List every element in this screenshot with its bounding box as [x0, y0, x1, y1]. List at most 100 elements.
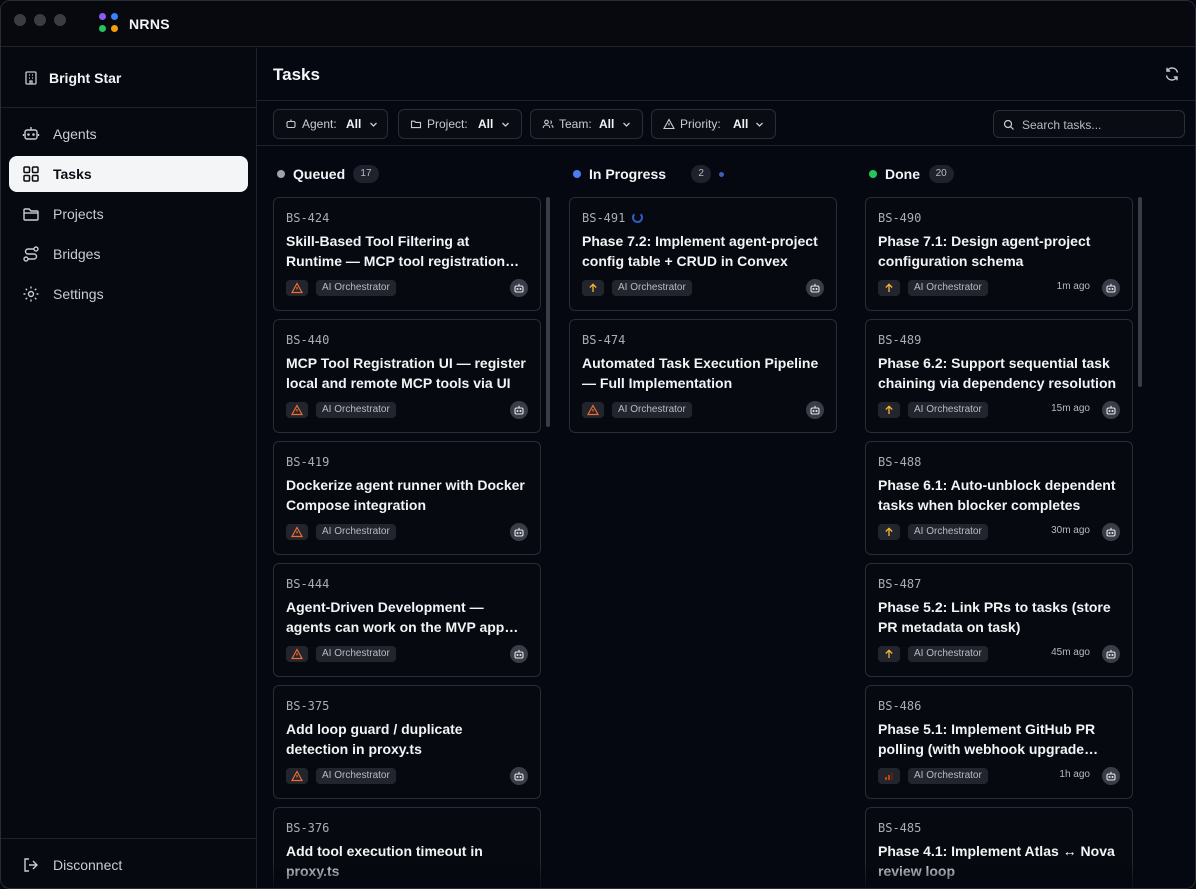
agent-filter[interactable]: Agent: All: [273, 109, 388, 139]
gear-icon: [23, 286, 39, 302]
agent-avatar-icon: [510, 401, 528, 419]
project-filter[interactable]: Project: All: [398, 109, 522, 139]
agent-avatar-icon: [1102, 767, 1120, 785]
task-card[interactable]: BS-491 Phase 7.2: Implement agent-project…: [569, 197, 837, 311]
project-tag: AI Orchestrator: [908, 280, 988, 296]
agent-avatar-icon: [510, 523, 528, 541]
column-count-badge: 2: [691, 165, 711, 183]
agent-avatar-icon: [806, 279, 824, 297]
agent-avatar-icon: [1102, 645, 1120, 663]
chevron-down-icon: [756, 122, 763, 127]
task-id: BS-490: [878, 211, 922, 225]
filter-bar: Agent: All Project: All Team: All Priori…: [257, 101, 1195, 146]
page-title: Tasks: [273, 65, 320, 84]
project-tag: AI Orchestrator: [316, 280, 396, 296]
task-id: BS-444: [286, 577, 330, 591]
sidebar-item-settings[interactable]: Settings: [9, 276, 248, 312]
column-header: In Progress 2: [573, 165, 843, 185]
task-id: BS-474: [582, 333, 626, 347]
search-input[interactable]: [1022, 116, 1178, 134]
priority-filter[interactable]: Priority: All: [651, 109, 776, 139]
task-card[interactable]: BS-424 Skill-Based Tool Filtering at Runt…: [273, 197, 541, 311]
agent-avatar-icon: [510, 767, 528, 785]
column-count-badge: 20: [928, 165, 954, 183]
task-card[interactable]: BS-376 Add tool execution timeout in prox…: [273, 807, 541, 888]
task-title: Phase 6.1: Auto-unblock dependent tasks …: [878, 477, 1116, 513]
task-id: BS-440: [286, 333, 330, 347]
title-bar: NRNS: [1, 1, 1195, 47]
project-tag: AI Orchestrator: [908, 524, 988, 540]
task-title: MCP Tool Registration UI — register loca…: [286, 355, 526, 391]
task-id: BS-491: [582, 211, 626, 225]
task-id: BS-487: [878, 577, 922, 591]
project-tag: AI Orchestrator: [908, 768, 988, 784]
task-card[interactable]: BS-489 Phase 6.2: Support sequential task…: [865, 319, 1133, 433]
column-scrollbar[interactable]: [546, 197, 550, 427]
folder-icon: [410, 120, 422, 129]
column-scrollbar[interactable]: [1138, 197, 1142, 387]
task-card[interactable]: BS-375 Add loop guard / duplicate detecti…: [273, 685, 541, 799]
column-title: Done: [885, 166, 920, 182]
medium-priority-icon: [878, 768, 900, 784]
task-title: Automated Task Execution Pipeline — Full…: [582, 355, 819, 391]
urgent-priority-icon: [286, 402, 308, 418]
task-card[interactable]: BS-485 Phase 4.1: Implement Atlas ↔ Nova …: [865, 807, 1133, 888]
task-title: Dockerize agent runner with Docker Compo…: [286, 477, 525, 513]
task-timestamp: 30m ago: [1051, 525, 1090, 536]
column-header: Queued 17: [277, 165, 547, 185]
sidebar-item-bridges[interactable]: Bridges: [9, 236, 248, 272]
task-title: Skill-Based Tool Filtering at Runtime — …: [286, 233, 506, 269]
grid-icon: [23, 166, 39, 182]
sidebar-item-projects[interactable]: Projects: [9, 196, 248, 232]
main-content: Tasks Agent: All Project: All Team: All: [257, 48, 1195, 888]
task-card[interactable]: BS-474 Automated Task Execution Pipeline …: [569, 319, 837, 433]
task-card[interactable]: BS-440 MCP Tool Registration UI — registe…: [273, 319, 541, 433]
filter-value: All: [478, 117, 494, 131]
disconnect-button[interactable]: Disconnect: [9, 847, 248, 883]
column-queued: Queued 17 BS-424 Skill-Based Tool Filtering…: [273, 147, 553, 888]
minimize-window-button[interactable]: [34, 14, 46, 26]
task-card[interactable]: BS-487 Phase 5.2: Link PRs to tasks (stor…: [865, 563, 1133, 677]
task-card[interactable]: BS-490 Phase 7.1: Design agent-project co…: [865, 197, 1133, 311]
workspace-header[interactable]: Bright Star: [1, 48, 256, 108]
urgent-priority-icon: [582, 402, 604, 418]
high-priority-icon: [582, 280, 604, 296]
column-title: In Progress: [589, 166, 667, 182]
task-id: BS-424: [286, 211, 330, 225]
task-id: BS-488: [878, 455, 922, 469]
column-title: Queued: [293, 166, 346, 182]
status-dot: [573, 170, 581, 178]
route-icon: [23, 246, 39, 262]
chevron-down-icon: [370, 122, 377, 127]
task-id: BS-489: [878, 333, 922, 347]
task-title: Phase 5.1: Implement GitHub PR polling (…: [878, 721, 1096, 757]
filter-label: Priority:: [680, 117, 721, 131]
filter-value: All: [346, 117, 362, 131]
robot-icon: [286, 119, 296, 129]
urgent-priority-icon: [286, 280, 308, 296]
filter-value: All: [599, 117, 615, 131]
sidebar-item-agents[interactable]: Agents: [9, 116, 248, 152]
refresh-icon[interactable]: [1164, 66, 1180, 82]
agent-avatar-icon: [1102, 523, 1120, 541]
zoom-window-button[interactable]: [54, 14, 66, 26]
task-timestamp: 1m ago: [1056, 281, 1090, 292]
sidebar-item-tasks[interactable]: Tasks: [9, 156, 248, 192]
column-count-badge: 17: [353, 165, 379, 183]
sidebar-item-label: Projects: [53, 206, 104, 222]
activity-dot: [719, 172, 725, 177]
close-window-button[interactable]: [14, 14, 26, 26]
app-name: NRNS: [129, 16, 170, 32]
task-card[interactable]: BS-419 Dockerize agent runner with Docker…: [273, 441, 541, 555]
building-icon: [25, 71, 37, 85]
sidebar-item-label: Bridges: [53, 246, 101, 262]
team-filter[interactable]: Team: All: [530, 109, 643, 139]
task-id: BS-485: [878, 821, 922, 835]
task-card[interactable]: BS-444 Agent-Driven Development — agents …: [273, 563, 541, 677]
task-card[interactable]: BS-486 Phase 5.1: Implement GitHub PR pol…: [865, 685, 1133, 799]
workspace-name: Bright Star: [49, 70, 122, 86]
project-tag: AI Orchestrator: [316, 524, 396, 540]
status-dot: [869, 170, 877, 178]
task-card[interactable]: BS-488 Phase 6.1: Auto-unblock dependent …: [865, 441, 1133, 555]
column-done: Done 20 BS-490 Phase 7.1: Design agent-proj…: [865, 147, 1145, 888]
